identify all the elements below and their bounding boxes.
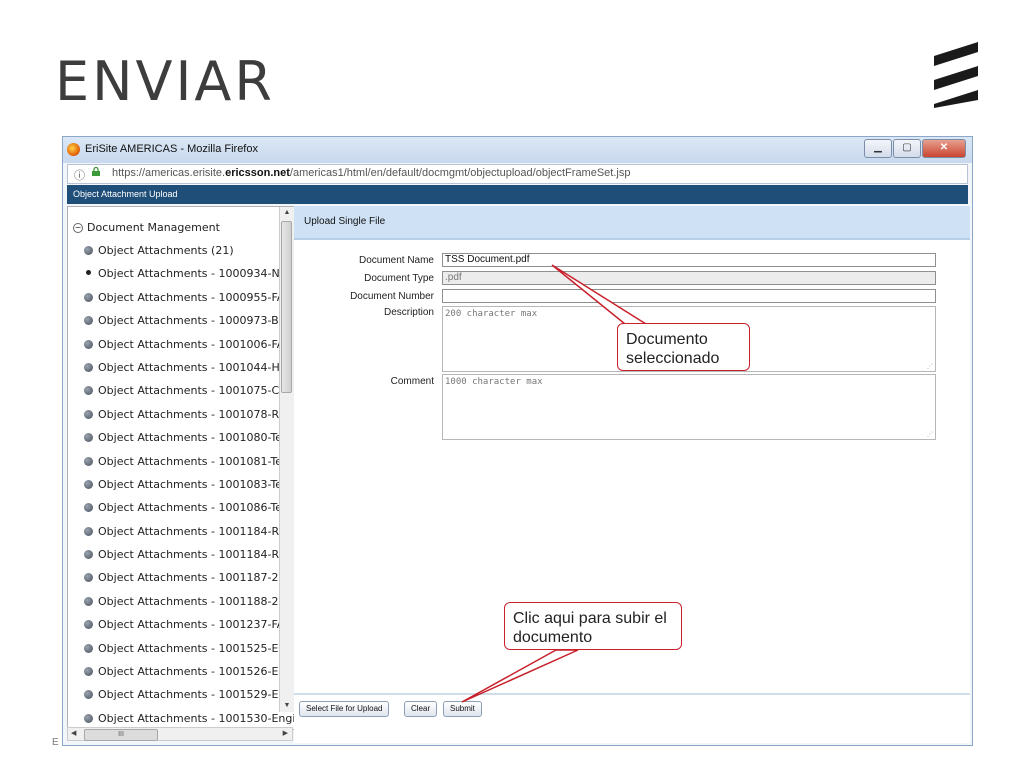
node-icon xyxy=(84,550,93,560)
tree-item[interactable]: Object Attachments - 1001187-20381 xyxy=(84,571,294,594)
document-name-label: Document Name xyxy=(358,255,434,266)
tree-vertical-scrollbar[interactable]: ▲ ▼ xyxy=(279,207,294,712)
node-icon xyxy=(84,409,93,419)
scroll-left-icon[interactable]: ◀ xyxy=(71,728,76,740)
url-bar[interactable]: ⓘ https://americas.erisite.ericsson.net/… xyxy=(67,164,968,184)
tree-horizontal-scrollbar[interactable]: ◀ III ▶ xyxy=(67,727,293,741)
tree-item[interactable]: Object Attachments - 1001044-Hillcr xyxy=(84,361,294,384)
description-label: Description xyxy=(383,307,434,318)
comment-textarea[interactable]: 1000 character max ⋰ xyxy=(442,374,936,440)
tree-item[interactable]: Object Attachments - 1001237-FAS C xyxy=(84,618,294,641)
tree-item[interactable]: Object Attachments - 1001081-Test xyxy=(84,455,294,478)
document-type-field: .pdf xyxy=(442,271,936,285)
node-icon xyxy=(84,690,93,700)
node-icon xyxy=(84,339,93,349)
node-icon xyxy=(84,620,93,630)
close-button[interactable]: ✕ xyxy=(922,139,966,158)
minimize-button[interactable]: ▁ xyxy=(864,139,892,158)
resize-grip-icon[interactable]: ⋰ xyxy=(927,431,933,438)
browser-window: EriSite AMERICAS - Mozilla Firefox ▁ ▢ ✕… xyxy=(62,136,973,746)
node-icon xyxy=(84,713,93,723)
button-bar-divider xyxy=(294,693,970,695)
window-titlebar[interactable]: EriSite AMERICAS - Mozilla Firefox ▁ ▢ ✕ xyxy=(63,137,972,163)
callout-click-submit: Clic aqui para subir el documento xyxy=(504,602,682,650)
maximize-button[interactable]: ▢ xyxy=(893,139,921,158)
slide-footer: E xyxy=(52,737,59,748)
window-title: EriSite AMERICAS - Mozilla Firefox xyxy=(85,143,258,155)
node-icon xyxy=(84,433,93,443)
node-icon xyxy=(84,573,93,583)
clear-button[interactable]: Clear xyxy=(404,701,438,717)
section-title: Upload Single File xyxy=(294,206,970,240)
node-icon xyxy=(84,503,93,513)
firefox-icon xyxy=(67,143,80,156)
node-icon xyxy=(84,292,93,302)
document-number-field[interactable] xyxy=(442,289,936,303)
tree-item[interactable]: Object Attachments - 1000973-Build- xyxy=(84,314,294,337)
tree-item[interactable]: Object Attachments - 1001184-RLAM xyxy=(84,548,294,571)
hscroll-thumb[interactable]: III xyxy=(84,729,158,741)
scroll-down-icon[interactable]: ▼ xyxy=(280,700,294,712)
lock-icon xyxy=(92,167,100,176)
node-icon xyxy=(84,246,93,255)
slide-title: ENVIAR xyxy=(55,50,275,113)
scroll-up-icon[interactable]: ▲ xyxy=(280,207,294,219)
submit-button[interactable]: Submit xyxy=(443,701,482,717)
tree-item[interactable]: Object Attachments - 1001529-Engin xyxy=(84,688,294,711)
collapse-icon[interactable]: − xyxy=(73,223,83,233)
comment-label: Comment xyxy=(390,376,434,387)
node-icon xyxy=(84,596,93,606)
select-file-button[interactable]: Select File for Upload xyxy=(299,701,390,717)
scroll-thumb[interactable] xyxy=(281,221,292,393)
tree-item[interactable]: Object Attachments - 1001188-20076 xyxy=(84,595,294,618)
url-text[interactable]: https://americas.erisite.ericsson.net/am… xyxy=(112,167,630,179)
tree-list: Object Attachments (21) Object Attachmen… xyxy=(84,244,294,729)
tree-item[interactable]: Object Attachments - 1001083-Test xyxy=(84,478,294,501)
tree-item[interactable]: Object Attachments - 1001080-Test xyxy=(84,431,294,454)
tree-item[interactable]: Object Attachments - 1001525-Engin xyxy=(84,642,294,665)
node-icon xyxy=(84,526,93,536)
callout-document-selected: Documento seleccionado xyxy=(617,323,750,371)
tree-item[interactable]: Object Attachments (21) xyxy=(84,244,294,267)
dot-icon xyxy=(86,270,91,276)
document-type-label: Document Type xyxy=(364,273,434,284)
tree-item[interactable]: Object Attachments - 1001078-RNAM xyxy=(84,408,294,431)
upload-panel: Upload Single File Document Name TSS Doc… xyxy=(294,206,970,743)
node-icon xyxy=(84,386,93,396)
document-number-label: Document Number xyxy=(350,291,434,302)
ericsson-logo-icon xyxy=(934,42,978,108)
tree-item[interactable]: Object Attachments - 1001526-Engin xyxy=(84,665,294,688)
tree-item[interactable]: Object Attachments - 1001075-Copy xyxy=(84,384,294,407)
app-header: Object Attachment Upload xyxy=(67,185,968,204)
info-icon[interactable]: ⓘ xyxy=(74,167,85,183)
tree-item[interactable]: Object Attachments - 1000955-FAS C xyxy=(84,291,294,314)
node-icon xyxy=(84,362,93,372)
node-icon xyxy=(84,456,93,466)
document-name-field[interactable]: TSS Document.pdf xyxy=(442,253,936,267)
scroll-right-icon[interactable]: ▶ xyxy=(283,728,288,740)
tree-item[interactable]: Object Attachments - 1000934-Neem xyxy=(84,267,294,290)
resize-grip-icon[interactable]: ⋰ xyxy=(927,363,933,370)
node-icon xyxy=(84,479,93,489)
node-icon xyxy=(84,643,93,653)
document-tree: − Document Management Object Attachments … xyxy=(67,206,295,730)
tree-item[interactable]: Object Attachments - 1001086-Test xyxy=(84,501,294,524)
node-icon xyxy=(84,316,93,326)
tree-item[interactable]: Object Attachments - 1001006-FAS C xyxy=(84,338,294,361)
tree-root[interactable]: − Document Management xyxy=(73,221,220,234)
tree-item[interactable]: Object Attachments - 1001184-RLAM xyxy=(84,525,294,548)
node-icon xyxy=(84,667,93,677)
